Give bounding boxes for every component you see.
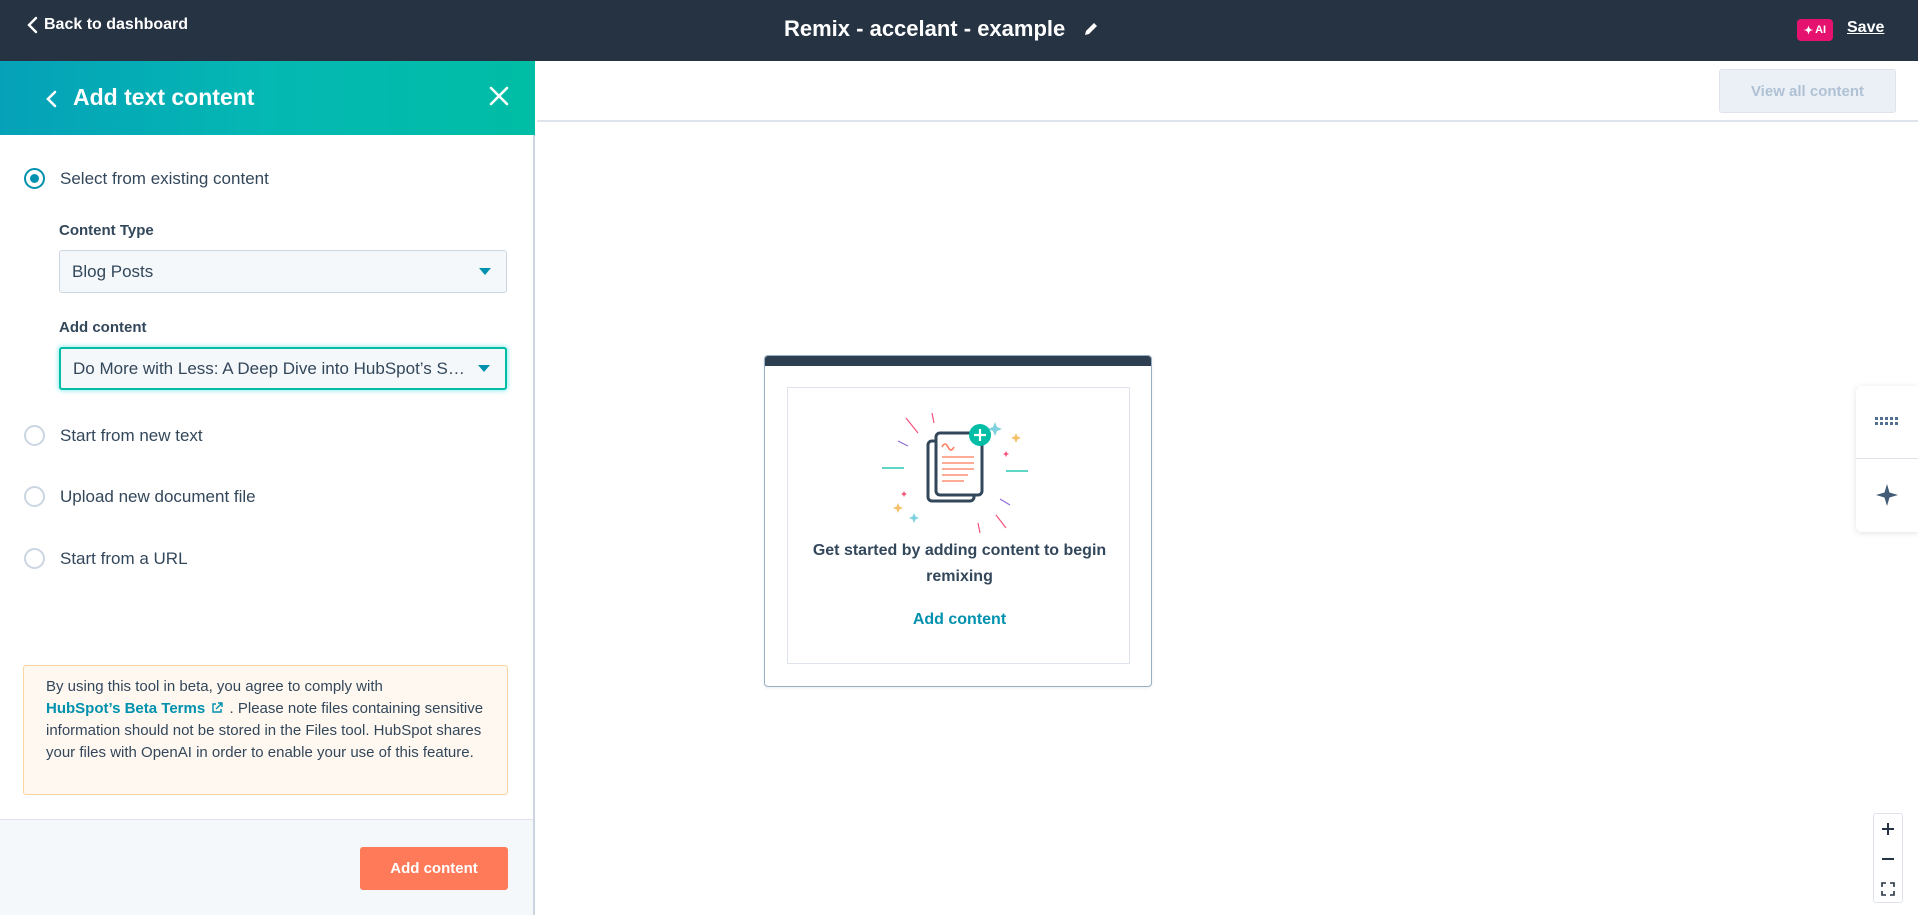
panel-footer: Add content (0, 819, 533, 915)
top-bar: Back to dashboard Remix - accelant - exa… (0, 0, 1918, 61)
save-button[interactable]: Save (1847, 19, 1884, 37)
option-label: Start from a URL (60, 548, 188, 568)
empty-state-add-content-link[interactable]: Add content (788, 611, 1131, 629)
empty-state: Get started by adding content to begin r… (787, 387, 1130, 664)
close-icon[interactable] (488, 85, 510, 107)
card-header-bar (765, 356, 1151, 366)
zoom-controls (1873, 813, 1903, 903)
add-document-illustration-icon (882, 413, 1028, 533)
option-from-url[interactable]: Start from a URL (24, 548, 188, 569)
notice-text: By using this tool in beta, you agree to… (46, 678, 383, 695)
content-type-value: Blog Posts (72, 261, 154, 281)
fit-view-button[interactable] (1874, 874, 1902, 904)
zoom-in-button[interactable] (1874, 814, 1902, 844)
ai-assistant-button[interactable] (1856, 459, 1918, 531)
radio-button[interactable] (24, 486, 45, 507)
radio-button[interactable] (24, 548, 45, 569)
page-title: Remix - accelant - example (784, 16, 1066, 41)
add-content-button[interactable]: Add content (360, 847, 508, 890)
title-group: Remix - accelant - example (784, 16, 1099, 42)
option-new-text[interactable]: Start from new text (24, 425, 203, 446)
panel-header: Add text content (0, 61, 535, 135)
add-content-select[interactable]: Do More with Less: A Deep Dive into HubS… (59, 347, 507, 390)
empty-state-text: Get started by adding content to begin r… (812, 542, 1107, 585)
zoom-out-button[interactable] (1874, 844, 1902, 874)
back-link-label: Back to dashboard (44, 16, 189, 33)
fullscreen-icon (1881, 882, 1895, 896)
caret-down-icon (478, 365, 490, 372)
external-link-icon (212, 702, 224, 713)
content-type-select[interactable]: Blog Posts (59, 250, 507, 293)
sparkle-icon: ✦ (1803, 24, 1814, 37)
beta-terms-notice: By using this tool in beta, you agree to… (23, 665, 508, 795)
ai-badge[interactable]: ✦ AI (1797, 19, 1833, 41)
add-content-value: Do More with Less: A Deep Dive into HubS… (73, 358, 465, 378)
option-label: Select from existing content (60, 168, 269, 188)
canvas-toolbar: View all content (537, 61, 1918, 122)
content-type-label: Content Type (59, 222, 154, 239)
empty-content-card: Get started by adding content to begin r… (764, 355, 1152, 687)
plus-icon (1882, 823, 1894, 835)
back-to-dashboard-link[interactable]: Back to dashboard (26, 16, 188, 34)
radio-button[interactable] (24, 425, 45, 446)
caret-down-icon (479, 268, 491, 275)
beta-terms-link[interactable]: HubSpot’s Beta Terms (46, 700, 205, 717)
ai-badge-label: AI (1815, 24, 1827, 36)
chevron-left-icon (27, 16, 38, 34)
grid-dots-icon (1875, 417, 1898, 425)
sparkle-icon (1876, 484, 1898, 506)
add-content-label: Add content (59, 319, 147, 336)
option-upload-file[interactable]: Upload new document file (24, 486, 256, 507)
chevron-left-icon[interactable] (44, 89, 58, 109)
panel-title: Add text content (73, 84, 255, 110)
minus-icon (1882, 858, 1894, 860)
option-existing-content[interactable]: Select from existing content (24, 168, 269, 189)
radio-button[interactable] (24, 168, 45, 189)
option-label: Upload new document file (60, 486, 256, 506)
grid-toggle[interactable] (1856, 386, 1918, 458)
side-toolbar (1856, 386, 1918, 532)
remix-canvas: View all content Get started by adding c… (537, 61, 1918, 915)
view-all-content-button[interactable]: View all content (1719, 69, 1896, 113)
option-label: Start from new text (60, 425, 203, 445)
pencil-icon[interactable] (1083, 21, 1099, 37)
add-text-content-panel: Add text content Select from existing co… (0, 61, 535, 915)
